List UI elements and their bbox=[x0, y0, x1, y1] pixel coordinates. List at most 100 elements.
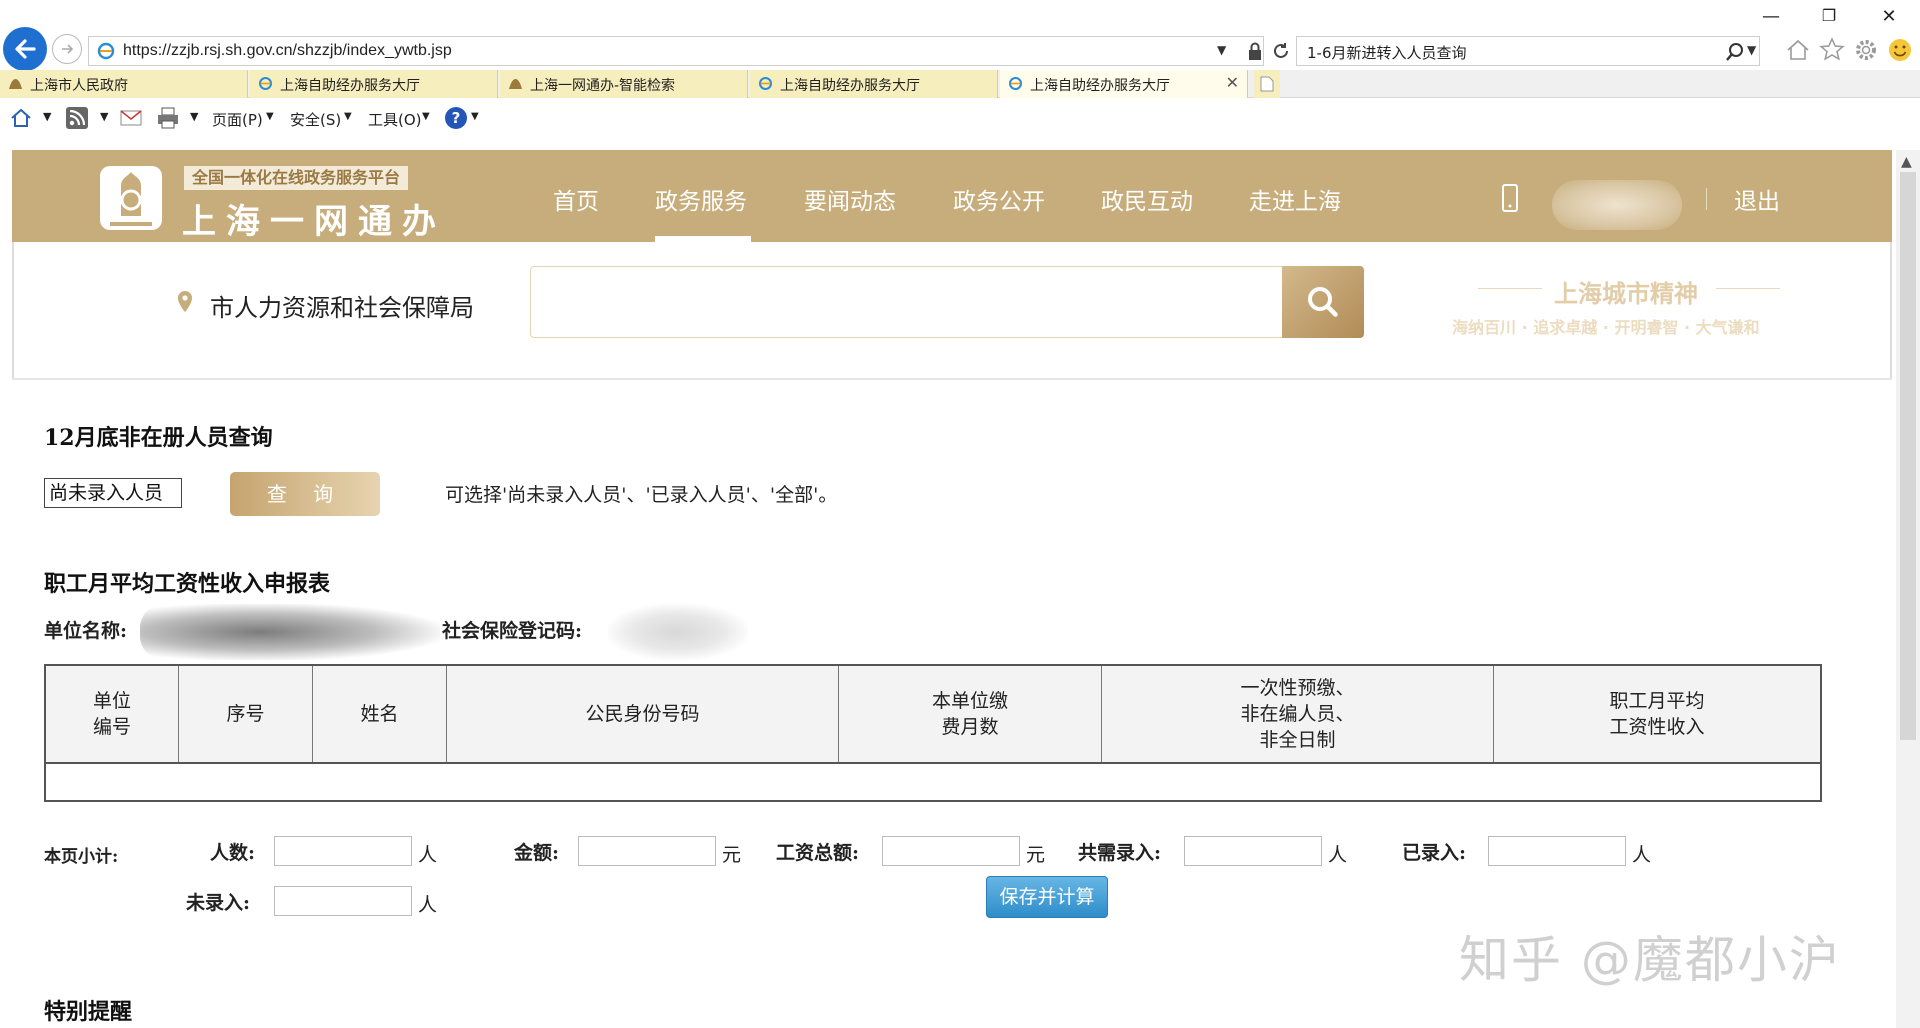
query-hint: 可选择'尚未录入人员'、'已录入人员'、'全部'。 bbox=[445, 484, 838, 506]
logout-link[interactable]: 退出 bbox=[1734, 182, 1780, 216]
unit-person: 人 bbox=[418, 844, 438, 866]
social-insurance-code-redacted bbox=[608, 604, 748, 660]
col-label: 姓名 bbox=[360, 703, 399, 725]
col-label: 序号 bbox=[226, 703, 265, 725]
page-dropdown-icon[interactable]: ▼ bbox=[266, 111, 274, 122]
city-spirit-slogan: 海纳百川 · 追求卓越 · 开明睿智 · 大气谦和 bbox=[1452, 318, 1760, 337]
gear-icon[interactable] bbox=[1853, 37, 1879, 63]
gov-favicon-icon bbox=[509, 79, 522, 89]
wage-total-input[interactable] bbox=[882, 836, 1020, 866]
restore-icon[interactable]: ❐ bbox=[1814, 6, 1844, 25]
home-icon[interactable] bbox=[10, 107, 32, 129]
page-menu[interactable]: 页面(P) bbox=[212, 109, 263, 130]
scroll-up-icon[interactable]: ▲ bbox=[1901, 154, 1912, 170]
tab-smart-search[interactable]: 上海一网通办-智能检索 bbox=[500, 70, 748, 98]
arrow-left-icon bbox=[15, 39, 36, 59]
logo-title[interactable]: 上海一网通办 bbox=[182, 194, 446, 243]
print-dropdown-icon[interactable]: ▼ bbox=[190, 110, 198, 123]
amount-label: 金额: bbox=[514, 842, 560, 864]
mail-icon[interactable] bbox=[120, 108, 142, 128]
ie-favicon-icon bbox=[1009, 77, 1022, 90]
page-scrollbar[interactable]: ▲ bbox=[1896, 150, 1920, 1028]
site-search-input[interactable] bbox=[530, 266, 1282, 338]
need-entry-input[interactable] bbox=[1184, 836, 1322, 866]
entry-status-select[interactable]: 尚未录入人员 bbox=[44, 478, 182, 508]
unit-name-redacted bbox=[140, 604, 440, 660]
nav-news[interactable]: 要闻动态 bbox=[804, 182, 896, 216]
social-insurance-code-label: 社会保险登记码: bbox=[442, 620, 583, 642]
need-entry-label: 共需录入: bbox=[1078, 842, 1162, 864]
home-icon[interactable] bbox=[1785, 38, 1811, 62]
back-button[interactable] bbox=[3, 27, 47, 71]
amount-input[interactable] bbox=[578, 836, 716, 866]
not-entered-input[interactable] bbox=[274, 886, 412, 916]
tab-self-service-active[interactable]: 上海自助经办服务大厅 ✕ bbox=[1000, 70, 1248, 98]
gov-favicon-icon bbox=[9, 79, 22, 89]
print-icon[interactable] bbox=[156, 107, 180, 129]
feed-dropdown-icon[interactable]: ▼ bbox=[100, 110, 108, 123]
table-header-divider bbox=[46, 762, 1820, 764]
nav-about-shanghai[interactable]: 走进上海 bbox=[1249, 182, 1341, 216]
unit-yuan: 元 bbox=[722, 844, 742, 866]
nav-gov-services[interactable]: 政务服务 bbox=[655, 182, 747, 216]
forward-button[interactable] bbox=[52, 34, 82, 64]
col-unit-number: 单位 编号 bbox=[46, 666, 179, 762]
safety-dropdown-icon[interactable]: ▼ bbox=[344, 111, 352, 122]
tools-dropdown-icon[interactable]: ▼ bbox=[422, 111, 430, 122]
scroll-thumb[interactable] bbox=[1900, 172, 1916, 740]
tab-label: 上海自助经办服务大厅 bbox=[780, 78, 920, 94]
site-header: 全国一体化在线政务服务平台 上海一网通办 首页 政务服务 要闻动态 政务公开 政… bbox=[12, 150, 1892, 242]
minimize-icon[interactable]: — bbox=[1756, 6, 1786, 27]
ie-favicon-icon bbox=[259, 77, 272, 90]
nav-divider bbox=[1706, 188, 1707, 210]
entered-input[interactable] bbox=[1488, 836, 1626, 866]
tab-label: 上海一网通办-智能检索 bbox=[530, 78, 676, 94]
tab-self-service-2[interactable]: 上海自助经办服务大厅 bbox=[750, 70, 998, 98]
slogan-decoration bbox=[1716, 288, 1780, 289]
browser-search-box[interactable]: 1-6月新进转入人员查询 ▼ bbox=[1296, 36, 1760, 66]
save-and-calculate-button[interactable]: 保存并计算 bbox=[986, 876, 1108, 918]
address-bar[interactable]: https://zzjb.rsj.sh.gov.cn/shzzjb/index_… bbox=[88, 36, 1288, 66]
people-count-label: 人数: bbox=[210, 842, 256, 864]
browser-search-text[interactable]: 1-6月新进转入人员查询 bbox=[1307, 42, 1467, 63]
tab-strip: 上海市人民政府 上海自助经办服务大厅 上海一网通办-智能检索 上海自助经办服务大… bbox=[0, 70, 1920, 98]
col-prepaid-type: 一次性预缴、 非在编人员、 非全日制 bbox=[1102, 666, 1494, 762]
new-tab-button[interactable] bbox=[1254, 70, 1280, 98]
col-id-number: 公民身份号码 bbox=[447, 666, 839, 762]
col-months-paid: 本单位缴 费月数 bbox=[839, 666, 1102, 762]
tab-shanghai-gov[interactable]: 上海市人民政府 bbox=[0, 70, 248, 98]
tab-label: 上海自助经办服务大厅 bbox=[1030, 78, 1170, 94]
search-icon[interactable] bbox=[1725, 42, 1745, 62]
safety-menu[interactable]: 安全(S) bbox=[290, 109, 341, 130]
smiley-icon[interactable] bbox=[1887, 37, 1913, 63]
help-icon[interactable]: ? bbox=[444, 106, 468, 130]
not-entered-label: 未录入: bbox=[186, 892, 251, 914]
nav-interaction[interactable]: 政民互动 bbox=[1101, 182, 1193, 216]
search-dropdown-icon[interactable]: ▼ bbox=[1747, 43, 1756, 57]
rss-feed-icon[interactable] bbox=[66, 107, 88, 129]
people-count-input[interactable] bbox=[274, 836, 412, 866]
refresh-icon[interactable] bbox=[1271, 41, 1291, 61]
entered-label: 已录入: bbox=[1402, 842, 1467, 864]
close-tab-icon[interactable]: ✕ bbox=[1226, 73, 1239, 92]
query-button[interactable]: 查 询 bbox=[230, 472, 380, 516]
home-dropdown-icon[interactable]: ▼ bbox=[43, 110, 51, 123]
special-notice-title: 特别提醒 bbox=[44, 999, 133, 1025]
col-label: 职工月平均 工资性收入 bbox=[1609, 690, 1705, 738]
nav-gov-affairs[interactable]: 政务公开 bbox=[953, 182, 1045, 216]
search-icon bbox=[1308, 287, 1338, 317]
tools-menu[interactable]: 工具(O) bbox=[368, 109, 422, 130]
star-icon[interactable] bbox=[1819, 37, 1845, 63]
address-url[interactable]: https://zzjb.rsj.sh.gov.cn/shzzjb/index_… bbox=[123, 42, 452, 60]
site-search-button[interactable] bbox=[1282, 266, 1364, 338]
tab-self-service-1[interactable]: 上海自助经办服务大厅 bbox=[250, 70, 498, 98]
lock-icon[interactable] bbox=[1247, 41, 1263, 61]
city-spirit-title: 上海城市精神 bbox=[1554, 280, 1698, 308]
shanghai-emblem-logo-icon[interactable] bbox=[100, 166, 162, 230]
user-name-redacted[interactable] bbox=[1552, 180, 1682, 230]
address-dropdown-icon[interactable]: ▼ bbox=[1217, 43, 1226, 57]
mobile-phone-icon[interactable] bbox=[1501, 184, 1519, 212]
close-window-icon[interactable]: ✕ bbox=[1874, 6, 1904, 27]
help-dropdown-icon[interactable]: ▼ bbox=[471, 111, 479, 122]
nav-home[interactable]: 首页 bbox=[553, 182, 599, 216]
